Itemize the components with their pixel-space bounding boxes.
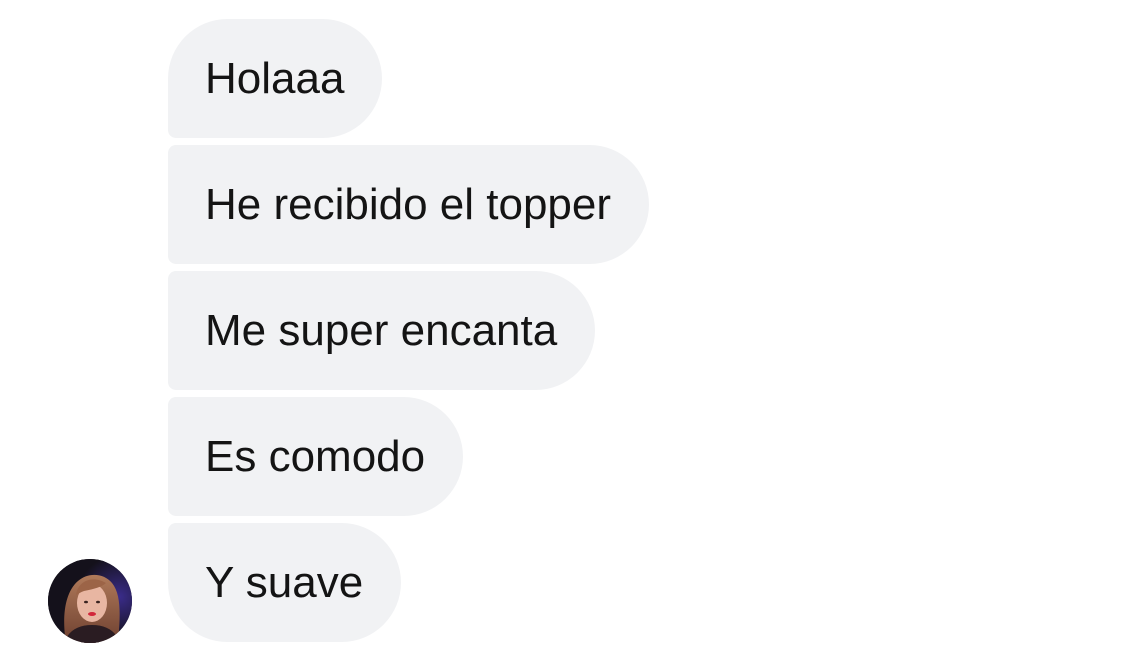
message-bubble[interactable]: Es comodo xyxy=(168,397,464,516)
message-thread: Holaaa He recibido el topper Me super en… xyxy=(0,0,1125,664)
sender-avatar[interactable] xyxy=(48,559,132,643)
message-bubble[interactable]: Y suave xyxy=(168,523,402,642)
message-bubble[interactable]: Holaaa xyxy=(168,19,383,138)
message-text: Me super encanta xyxy=(205,306,558,355)
message-bubble[interactable]: He recibido el topper xyxy=(168,145,650,264)
message-text: Es comodo xyxy=(205,432,426,481)
message-text: He recibido el topper xyxy=(205,180,612,229)
message-bubble[interactable]: Me super encanta xyxy=(168,271,596,390)
avatar-photo-icon xyxy=(48,559,132,643)
message-text: Y suave xyxy=(205,558,364,607)
message-text: Holaaa xyxy=(205,54,345,103)
